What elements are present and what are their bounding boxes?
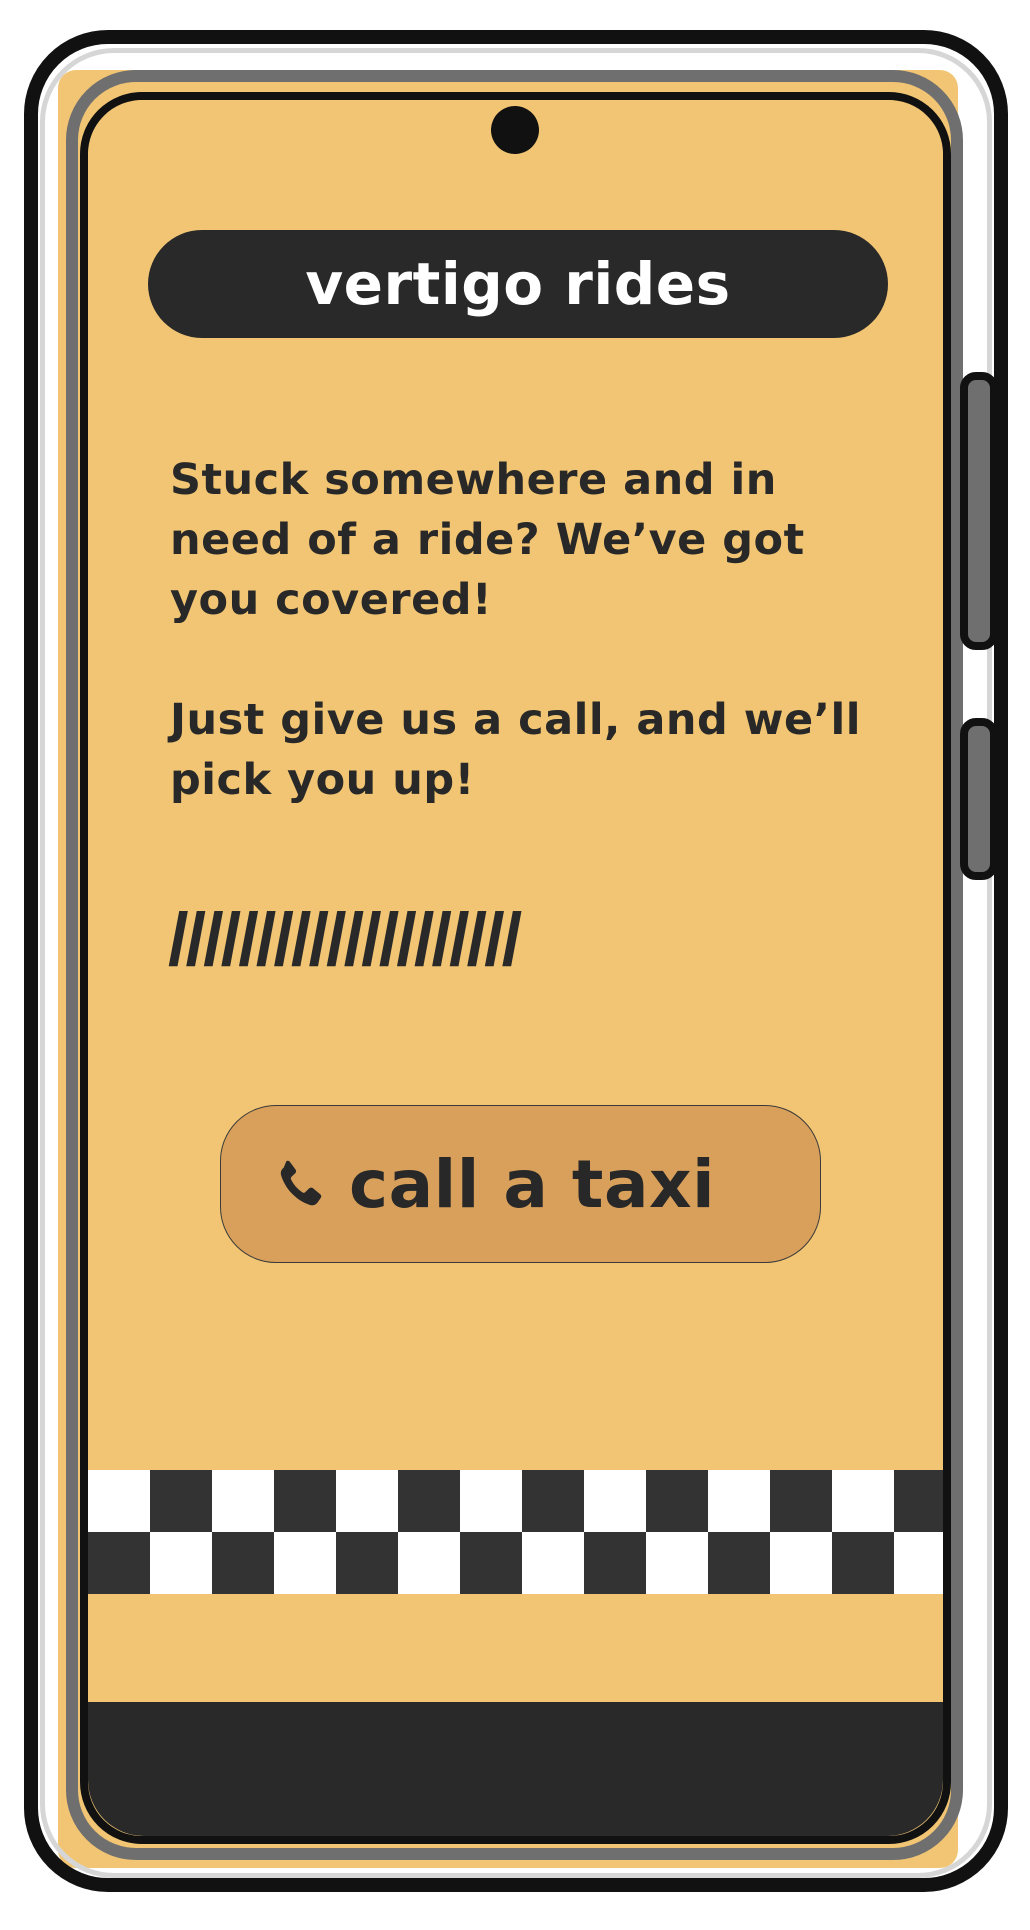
power-button xyxy=(960,718,998,880)
call-taxi-button[interactable]: call a taxi xyxy=(220,1105,821,1263)
volume-button xyxy=(960,372,998,650)
phone-screen: vertigo rides Stuck somewhere and in nee… xyxy=(88,100,943,1836)
phone-icon xyxy=(280,1160,322,1206)
call-instructions: Just give us a call, and we’ll pick you … xyxy=(170,695,861,805)
brand-header: vertigo rides xyxy=(148,230,888,338)
intro-text: Stuck somewhere and in need of a ride? W… xyxy=(170,455,805,625)
slash-divider: //////////////////// xyxy=(168,908,522,972)
app-title: vertigo rides xyxy=(305,250,731,318)
bottom-bar xyxy=(88,1702,943,1836)
call-taxi-label: call a taxi xyxy=(349,1145,716,1223)
front-camera xyxy=(491,106,539,154)
checkered-stripe xyxy=(88,1470,943,1594)
